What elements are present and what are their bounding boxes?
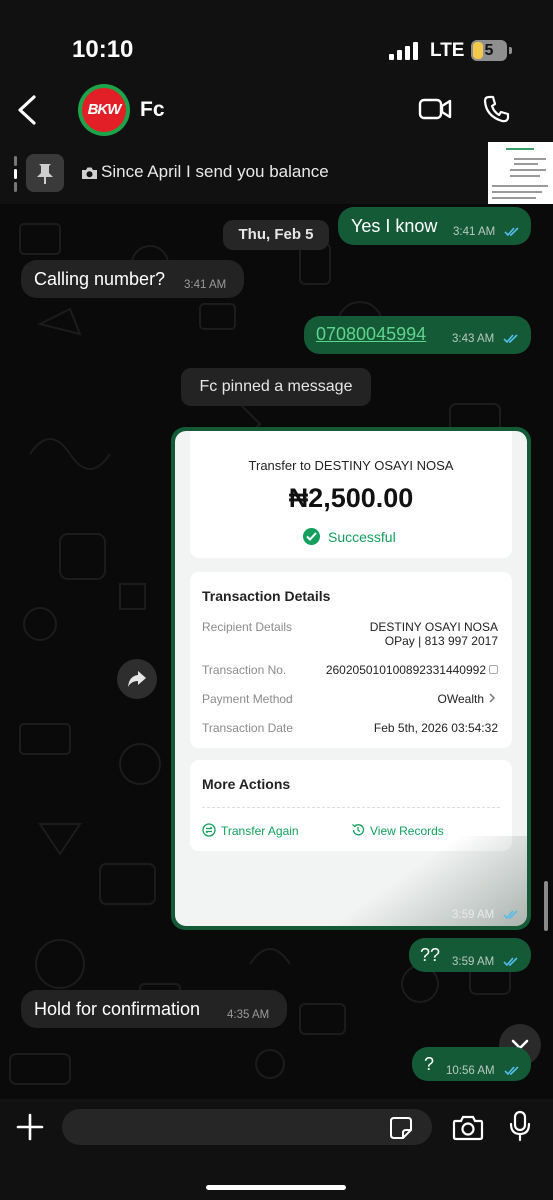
divider <box>202 807 500 808</box>
transfer-receipt-image[interactable]: Transfer to DESTINY OSAYI NOSA ₦2,500.00… <box>175 431 527 926</box>
pinned-thumbnail[interactable] <box>488 142 553 204</box>
message-time: 10:56 AM <box>446 1065 495 1077</box>
detail-label: Transaction Date <box>202 721 293 735</box>
message-text: Yes I know <box>351 216 438 236</box>
battery-level: 5 <box>484 42 494 59</box>
detail-value: DESTINY OSAYI NOSA <box>369 620 498 634</box>
message-text: ? <box>424 1054 435 1074</box>
message-time: 3:59 AM <box>452 909 495 921</box>
transfer-again-icon <box>202 823 216 837</box>
camera-icon[interactable] <box>452 1113 484 1141</box>
message-outgoing[interactable]: 07080045994 3:43 AM <box>304 316 531 354</box>
detail-label: Transaction No. <box>202 663 287 677</box>
message-composer <box>0 1099 553 1200</box>
image-message[interactable]: Transfer to DESTINY OSAYI NOSA ₦2,500.00… <box>171 427 531 930</box>
forward-button[interactable] <box>117 659 157 699</box>
microphone-icon[interactable] <box>509 1110 531 1142</box>
transaction-details-card: Transaction Details Recipient Details DE… <box>190 572 512 748</box>
status-bar: 10:10 LTE 5 <box>0 0 553 80</box>
message-outgoing[interactable]: ?? 3:59 AM <box>409 938 531 972</box>
more-actions-title: More Actions <box>202 776 291 792</box>
receipt-status: Successful <box>304 529 396 545</box>
avatar-logo: BKW <box>87 101 122 118</box>
camera-icon <box>82 167 97 179</box>
read-ticks-icon <box>504 227 519 237</box>
signal-icon <box>389 42 419 60</box>
message-time: 3:43 AM <box>452 333 495 345</box>
receipt-shadow <box>327 836 527 926</box>
phone-call-icon[interactable] <box>482 94 510 124</box>
message-time: 4:35 AM <box>227 1009 270 1021</box>
detail-value: Feb 5th, 2026 03:54:32 <box>373 721 498 735</box>
pin-icon[interactable] <box>26 154 64 192</box>
pin-indicator <box>14 156 17 192</box>
message-text: Calling number? <box>34 269 166 289</box>
date-separator: Thu, Feb 5 <box>223 220 329 250</box>
chevron-right-icon <box>489 693 496 703</box>
message-outgoing[interactable]: ? 10:56 AM <box>412 1047 531 1081</box>
view-records-icon <box>352 824 365 836</box>
transaction-details-title: Transaction Details <box>202 588 331 604</box>
detail-value-secondary: OPay | 813 997 2017 <box>384 634 498 648</box>
detail-value: OWealth <box>437 692 484 706</box>
read-ticks-icon <box>503 334 518 344</box>
transfer-again-label: Transfer Again <box>221 824 299 838</box>
message-text: Hold for confirmation <box>34 999 201 1019</box>
message-outgoing[interactable]: Yes I know 3:41 AM <box>338 207 531 245</box>
receipt-amount: ₦2,500.00 <box>288 483 414 513</box>
battery-icon: 5 <box>471 40 512 61</box>
home-indicator[interactable] <box>206 1185 346 1190</box>
status-time: 10:10 <box>72 36 134 63</box>
message-time: 3:41 AM <box>453 226 496 238</box>
copy-icon <box>489 665 498 674</box>
phone-number-link[interactable]: 07080045994 <box>316 324 426 345</box>
message-time: 3:59 AM <box>452 956 495 968</box>
contact-name[interactable]: Fc <box>140 98 165 122</box>
pinned-message-bar[interactable]: Since April I send you balance <box>0 142 553 204</box>
system-message: Fc pinned a message <box>181 368 371 406</box>
receipt-summary-card: Transfer to DESTINY OSAYI NOSA ₦2,500.00… <box>190 431 512 558</box>
receipt-status-text: Successful <box>328 529 396 545</box>
plus-icon[interactable] <box>16 1113 44 1141</box>
message-input[interactable] <box>62 1109 432 1145</box>
chat-header: BKW Fc <box>0 80 553 142</box>
detail-label: Payment Method <box>202 692 293 706</box>
detail-value: 260205010100892331440992 <box>325 663 486 677</box>
video-call-icon[interactable] <box>418 96 452 122</box>
sticker-icon[interactable] <box>389 1116 413 1140</box>
message-text: ?? <box>420 945 441 965</box>
read-ticks-icon <box>503 910 518 920</box>
detail-label: Recipient Details <box>202 620 293 634</box>
forward-arrow-icon <box>128 671 146 687</box>
network-type: LTE <box>430 40 465 61</box>
read-ticks-icon <box>504 1066 519 1076</box>
chat-area[interactable]: Thu, Feb 5 Yes I know 3:41 AM Calling nu… <box>0 204 553 1099</box>
pinned-message-text: Since April I send you balance <box>101 162 329 181</box>
back-arrow-icon[interactable] <box>14 94 40 126</box>
scrollbar[interactable] <box>544 881 548 931</box>
message-incoming[interactable]: Hold for confirmation 4:35 AM <box>21 990 287 1028</box>
receipt-title: Transfer to DESTINY OSAYI NOSA <box>248 458 454 473</box>
message-time: 3:41 AM <box>184 279 227 291</box>
read-ticks-icon <box>503 957 518 967</box>
avatar[interactable]: BKW <box>78 84 130 136</box>
message-incoming[interactable]: Calling number? 3:41 AM <box>21 260 244 298</box>
